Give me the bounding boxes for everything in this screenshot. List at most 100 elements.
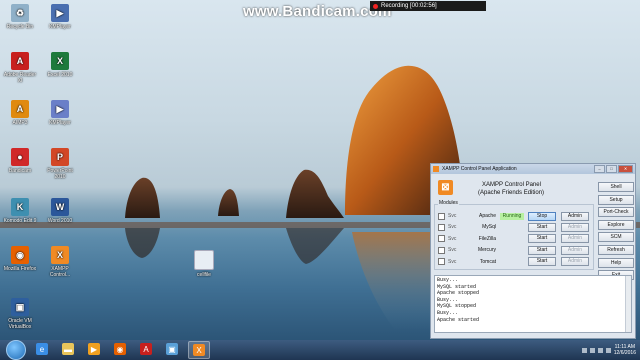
- module-status: [500, 247, 524, 254]
- log-line: Apache started: [437, 316, 480, 323]
- shell-button[interactable]: Shell: [598, 182, 634, 192]
- desktop-icon-label: Excel 2010: [47, 72, 73, 78]
- log-output[interactable]: Busy... MySQL started Apache stopped Busy..…: [434, 275, 632, 333]
- taskbar-media-player-button[interactable]: ▶: [84, 341, 104, 357]
- refresh-button[interactable]: Refresh: [598, 244, 634, 255]
- tray-arrow-icon[interactable]: [581, 347, 587, 353]
- stop-button[interactable]: Stop: [528, 211, 556, 221]
- start-button[interactable]: Start: [528, 245, 556, 255]
- record-icon: [373, 3, 378, 9]
- start-button[interactable]: [6, 340, 26, 360]
- svc-checkbox[interactable]: [438, 223, 445, 231]
- admin-button[interactable]: Admin: [561, 234, 589, 244]
- svc-label: Svc: [448, 247, 457, 254]
- xampp-icon: X: [193, 344, 205, 356]
- svc-label: Svc: [448, 213, 457, 219]
- desktop-icon-kmplayer[interactable]: ▶ KMPlayer: [42, 100, 78, 126]
- bandicam-icon: ●: [11, 148, 29, 166]
- module-name: Mercury: [477, 247, 496, 254]
- taskbar-control-panel-button[interactable]: ▣: [162, 341, 182, 357]
- word-icon: W: [51, 198, 69, 216]
- komodo-icon: K: [11, 198, 29, 216]
- panel-header: ⊠ XAMPP Control Panel (Apache Friends Ed…: [434, 178, 594, 202]
- scm-button[interactable]: SCM: [598, 232, 634, 243]
- desktop-icon-label: AIMP3: [12, 120, 28, 126]
- aimp-icon: A: [11, 100, 29, 118]
- svc-checkbox[interactable]: [438, 235, 445, 243]
- tray-network-icon[interactable]: [597, 347, 603, 353]
- modules-label: Modules: [438, 200, 459, 206]
- module-row-mysql: Svc MySql Start Admin: [438, 222, 594, 232]
- recording-label: Recording [00:02:56]: [381, 3, 437, 9]
- help-button[interactable]: Help: [598, 257, 634, 268]
- taskbar-internet-explorer-button[interactable]: e: [32, 341, 52, 357]
- taskbar-xampp-button[interactable]: X: [188, 341, 210, 359]
- modules-group: Modules Svc Apache Running Stop Admin Svc MySq…: [434, 200, 594, 270]
- xampp-icon: X: [51, 246, 69, 264]
- start-button[interactable]: Start: [528, 222, 556, 232]
- svc-label: Svc: [448, 224, 457, 231]
- module-status: [500, 258, 524, 265]
- start-button[interactable]: Start: [528, 234, 556, 244]
- module-status: [500, 224, 524, 231]
- log-line: Busy...: [437, 309, 459, 316]
- xampp-control-panel-window[interactable]: XAMPP Control Panel Application – □ ✕ ⊠ …: [430, 163, 636, 339]
- admin-button[interactable]: Admin: [561, 257, 589, 267]
- close-button[interactable]: ✕: [618, 165, 633, 173]
- recycle-bin-icon: ♻: [11, 4, 29, 22]
- clock[interactable]: 11:11 AM 12/6/2016: [614, 344, 636, 356]
- desktop-icon-bandicam[interactable]: ● Bandicam: [2, 148, 38, 174]
- desktop-icon-komodo[interactable]: K Komodo Edit 9: [2, 198, 38, 224]
- recording-toolbar[interactable]: Recording [00:02:56]: [370, 1, 486, 11]
- explore-button[interactable]: Explore: [598, 219, 634, 230]
- desktop-icon-excel[interactable]: X Excel 2010: [42, 52, 78, 78]
- log-scrollbar[interactable]: [625, 276, 631, 332]
- folder-icon: ▬: [62, 343, 74, 355]
- excel-icon: X: [51, 52, 69, 70]
- desktop-icon-aimp[interactable]: A AIMP3: [2, 100, 38, 126]
- setup-button[interactable]: Setup: [598, 194, 634, 205]
- log-line: Busy...: [437, 296, 459, 303]
- log-line: MySQL started: [437, 283, 477, 290]
- tray-volume-icon[interactable]: [605, 347, 611, 353]
- desktop-icon-word[interactable]: W Word 2010: [42, 198, 78, 224]
- side-buttons: Shell Setup Port-Check Explore SCM Refresh Hel…: [598, 182, 634, 283]
- module-status: [500, 235, 524, 242]
- svc-label: Svc: [448, 235, 457, 242]
- adobe-reader-icon: A: [11, 52, 29, 70]
- desktop-icon-kmplayer[interactable]: ▶ KMPlayer: [42, 4, 78, 30]
- svc-checkbox[interactable]: [438, 246, 445, 254]
- adobe-reader-icon: A: [140, 343, 152, 355]
- desktop-icon-xampp[interactable]: X XAMPP Control...: [42, 246, 78, 278]
- svc-checkbox[interactable]: [438, 212, 445, 220]
- start-button[interactable]: Start: [528, 257, 556, 267]
- window-titlebar[interactable]: XAMPP Control Panel Application – □ ✕: [431, 164, 635, 174]
- taskbar-firefox-button[interactable]: ◉: [110, 341, 130, 357]
- xampp-small-icon: [433, 166, 439, 172]
- module-status: Running: [500, 212, 524, 220]
- desktop-icon-virtualbox[interactable]: ▣ Oracle VM VirtualBox: [2, 298, 38, 330]
- admin-button[interactable]: Admin: [561, 222, 589, 232]
- admin-button[interactable]: Admin: [561, 211, 589, 221]
- kmplayer-icon: ▶: [51, 4, 69, 22]
- powerpoint-icon: P: [51, 148, 69, 166]
- system-tray: 11:11 AM 12/6/2016: [581, 344, 636, 356]
- admin-button[interactable]: Admin: [561, 245, 589, 255]
- desktop-icon-firefox[interactable]: ◉ Mozilla Firefox: [2, 246, 38, 272]
- header-subtitle: (Apache Friends Edition): [478, 190, 545, 196]
- taskbar-adobe-reader-button[interactable]: A: [136, 341, 156, 357]
- desktop-icon-label: KMPlayer: [49, 24, 71, 30]
- desktop-icon-label: Komodo Edit 9: [3, 218, 37, 224]
- maximize-button[interactable]: □: [606, 165, 617, 173]
- firefox-icon: ◉: [114, 343, 126, 355]
- svc-checkbox[interactable]: [438, 258, 445, 266]
- taskbar-folder-button[interactable]: ▬: [58, 341, 78, 357]
- minimize-button[interactable]: –: [594, 165, 605, 173]
- tray-flag-icon[interactable]: [589, 347, 595, 353]
- desktop-icon-file[interactable]: cellfile: [186, 250, 222, 278]
- module-name: Apache: [479, 213, 496, 219]
- desktop-icon-adobe-reader[interactable]: A Adobe Reader XI: [2, 52, 38, 84]
- desktop-icon-powerpoint[interactable]: P PowerPoint 2010: [42, 148, 78, 180]
- port-check-button[interactable]: Port-Check: [598, 207, 634, 218]
- desktop-icon-recycle-bin[interactable]: ♻ Recycle Bin: [2, 4, 38, 30]
